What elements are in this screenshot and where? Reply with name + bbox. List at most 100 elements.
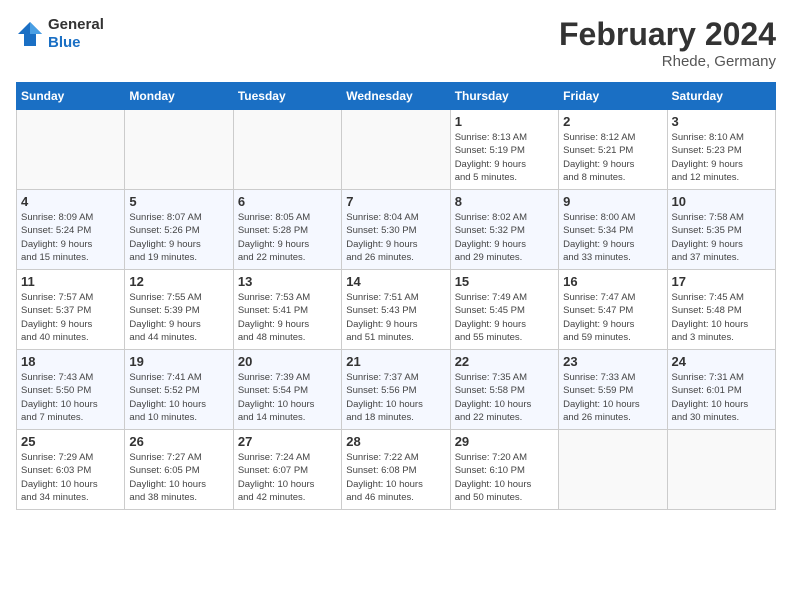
calendar-cell — [233, 110, 341, 190]
calendar-cell: 19 Sunrise: 7:41 AM Sunset: 5:52 PM Dayli… — [125, 350, 233, 430]
logo-icon — [16, 20, 44, 48]
day-number: 18 — [21, 354, 120, 369]
day-number: 15 — [455, 274, 554, 289]
calendar-cell: 13 Sunrise: 7:53 AM Sunset: 5:41 PM Dayli… — [233, 270, 341, 350]
calendar-cell: 8 Sunrise: 8:02 AM Sunset: 5:32 PM Daylig… — [450, 190, 558, 270]
calendar-table: SundayMondayTuesdayWednesdayThursdayFrid… — [16, 82, 776, 510]
day-info: Sunrise: 8:04 AM Sunset: 5:30 PM Dayligh… — [346, 211, 445, 264]
day-number: 5 — [129, 194, 228, 209]
day-number: 25 — [21, 434, 120, 449]
calendar-week-1: 1 Sunrise: 8:13 AM Sunset: 5:19 PM Daylig… — [17, 110, 776, 190]
location-subtitle: Rhede, Germany — [559, 53, 776, 70]
day-info: Sunrise: 7:51 AM Sunset: 5:43 PM Dayligh… — [346, 291, 445, 344]
day-number: 22 — [455, 354, 554, 369]
day-info: Sunrise: 7:47 AM Sunset: 5:47 PM Dayligh… — [563, 291, 662, 344]
calendar-cell: 7 Sunrise: 8:04 AM Sunset: 5:30 PM Daylig… — [342, 190, 450, 270]
calendar-week-3: 11 Sunrise: 7:57 AM Sunset: 5:37 PM Dayli… — [17, 270, 776, 350]
day-info: Sunrise: 7:53 AM Sunset: 5:41 PM Dayligh… — [238, 291, 337, 344]
calendar-cell: 15 Sunrise: 7:49 AM Sunset: 5:45 PM Dayli… — [450, 270, 558, 350]
day-number: 26 — [129, 434, 228, 449]
day-info: Sunrise: 7:27 AM Sunset: 6:05 PM Dayligh… — [129, 451, 228, 504]
calendar-week-5: 25 Sunrise: 7:29 AM Sunset: 6:03 PM Dayli… — [17, 430, 776, 510]
calendar-cell: 21 Sunrise: 7:37 AM Sunset: 5:56 PM Dayli… — [342, 350, 450, 430]
weekday-header-saturday: Saturday — [667, 83, 775, 110]
calendar-cell — [17, 110, 125, 190]
day-info: Sunrise: 7:35 AM Sunset: 5:58 PM Dayligh… — [455, 371, 554, 424]
day-info: Sunrise: 8:12 AM Sunset: 5:21 PM Dayligh… — [563, 131, 662, 184]
logo: General Blue — [16, 16, 104, 52]
calendar-cell — [559, 430, 667, 510]
calendar-cell: 17 Sunrise: 7:45 AM Sunset: 5:48 PM Dayli… — [667, 270, 775, 350]
day-info: Sunrise: 8:02 AM Sunset: 5:32 PM Dayligh… — [455, 211, 554, 264]
calendar-cell: 4 Sunrise: 8:09 AM Sunset: 5:24 PM Daylig… — [17, 190, 125, 270]
calendar-cell: 25 Sunrise: 7:29 AM Sunset: 6:03 PM Dayli… — [17, 430, 125, 510]
calendar-cell: 26 Sunrise: 7:27 AM Sunset: 6:05 PM Dayli… — [125, 430, 233, 510]
calendar-cell: 16 Sunrise: 7:47 AM Sunset: 5:47 PM Dayli… — [559, 270, 667, 350]
logo-blue: Blue — [48, 34, 81, 51]
calendar-body: 1 Sunrise: 8:13 AM Sunset: 5:19 PM Daylig… — [17, 110, 776, 510]
weekday-header-sunday: Sunday — [17, 83, 125, 110]
calendar-cell — [667, 430, 775, 510]
day-number: 1 — [455, 114, 554, 129]
calendar-cell: 18Sunrise: 7:43 AM Sunset: 5:50 PM Dayli… — [17, 350, 125, 430]
weekday-header-monday: Monday — [125, 83, 233, 110]
day-number: 10 — [672, 194, 771, 209]
calendar-cell: 6Sunrise: 8:05 AM Sunset: 5:28 PM Daylig… — [233, 190, 341, 270]
weekday-header-tuesday: Tuesday — [233, 83, 341, 110]
day-info: Sunrise: 7:58 AM Sunset: 5:35 PM Dayligh… — [672, 211, 771, 264]
day-number: 20 — [238, 354, 337, 369]
day-info: Sunrise: 7:45 AM Sunset: 5:48 PM Dayligh… — [672, 291, 771, 344]
weekday-header-friday: Friday — [559, 83, 667, 110]
calendar-cell: 20 Sunrise: 7:39 AM Sunset: 5:54 PM Dayli… — [233, 350, 341, 430]
day-info: Sunrise: 7:22 AM Sunset: 6:08 PM Dayligh… — [346, 451, 445, 504]
calendar-cell: 3Sunrise: 8:10 AM Sunset: 5:23 PM Daylig… — [667, 110, 775, 190]
day-info: Sunrise: 7:39 AM Sunset: 5:54 PM Dayligh… — [238, 371, 337, 424]
calendar-cell — [125, 110, 233, 190]
day-info: Sunrise: 7:31 AM Sunset: 6:01 PM Dayligh… — [672, 371, 771, 424]
month-title: February 2024 — [559, 16, 776, 53]
day-info: Sunrise: 7:33 AM Sunset: 5:59 PM Dayligh… — [563, 371, 662, 424]
day-info: Sunrise: 7:55 AM Sunset: 5:39 PM Dayligh… — [129, 291, 228, 344]
title-block: February 2024 Rhede, Germany — [559, 16, 776, 70]
day-number: 27 — [238, 434, 337, 449]
day-info: Sunrise: 7:37 AM Sunset: 5:56 PM Dayligh… — [346, 371, 445, 424]
calendar-header-row: SundayMondayTuesdayWednesdayThursdayFrid… — [17, 83, 776, 110]
calendar-cell — [342, 110, 450, 190]
day-number: 9 — [563, 194, 662, 209]
day-number: 7 — [346, 194, 445, 209]
day-number: 19 — [129, 354, 228, 369]
day-number: 8 — [455, 194, 554, 209]
day-info: Sunrise: 7:41 AM Sunset: 5:52 PM Dayligh… — [129, 371, 228, 424]
day-number: 11 — [21, 274, 120, 289]
day-number: 29 — [455, 434, 554, 449]
day-number: 21 — [346, 354, 445, 369]
logo-general: General — [48, 16, 104, 33]
day-number: 4 — [21, 194, 120, 209]
weekday-header-wednesday: Wednesday — [342, 83, 450, 110]
day-info: Sunrise: 7:49 AM Sunset: 5:45 PM Dayligh… — [455, 291, 554, 344]
calendar-cell: 23 Sunrise: 7:33 AM Sunset: 5:59 PM Dayli… — [559, 350, 667, 430]
day-number: 16 — [563, 274, 662, 289]
calendar-cell: 5 Sunrise: 8:07 AM Sunset: 5:26 PM Daylig… — [125, 190, 233, 270]
day-info: Sunrise: 8:05 AM Sunset: 5:28 PM Dayligh… — [238, 211, 337, 264]
day-number: 23 — [563, 354, 662, 369]
day-info: Sunrise: 7:57 AM Sunset: 5:37 PM Dayligh… — [21, 291, 120, 344]
calendar-week-2: 4 Sunrise: 8:09 AM Sunset: 5:24 PM Daylig… — [17, 190, 776, 270]
page-header: General Blue February 2024 Rhede, German… — [16, 16, 776, 70]
calendar-cell: 2 Sunrise: 8:12 AM Sunset: 5:21 PM Daylig… — [559, 110, 667, 190]
day-number: 17 — [672, 274, 771, 289]
day-info: Sunrise: 7:20 AM Sunset: 6:10 PM Dayligh… — [455, 451, 554, 504]
day-info: Sunrise: 8:00 AM Sunset: 5:34 PM Dayligh… — [563, 211, 662, 264]
day-number: 24 — [672, 354, 771, 369]
day-info: Sunrise: 8:09 AM Sunset: 5:24 PM Dayligh… — [21, 211, 120, 264]
day-info: Sunrise: 8:07 AM Sunset: 5:26 PM Dayligh… — [129, 211, 228, 264]
day-number: 2 — [563, 114, 662, 129]
calendar-cell: 9 Sunrise: 8:00 AM Sunset: 5:34 PM Daylig… — [559, 190, 667, 270]
day-info: Sunrise: 8:13 AM Sunset: 5:19 PM Dayligh… — [455, 131, 554, 184]
calendar-week-4: 18Sunrise: 7:43 AM Sunset: 5:50 PM Dayli… — [17, 350, 776, 430]
day-info: Sunrise: 8:10 AM Sunset: 5:23 PM Dayligh… — [672, 131, 771, 184]
day-info: Sunrise: 7:29 AM Sunset: 6:03 PM Dayligh… — [21, 451, 120, 504]
day-number: 13 — [238, 274, 337, 289]
calendar-cell: 11 Sunrise: 7:57 AM Sunset: 5:37 PM Dayli… — [17, 270, 125, 350]
calendar-cell: 1 Sunrise: 8:13 AM Sunset: 5:19 PM Daylig… — [450, 110, 558, 190]
